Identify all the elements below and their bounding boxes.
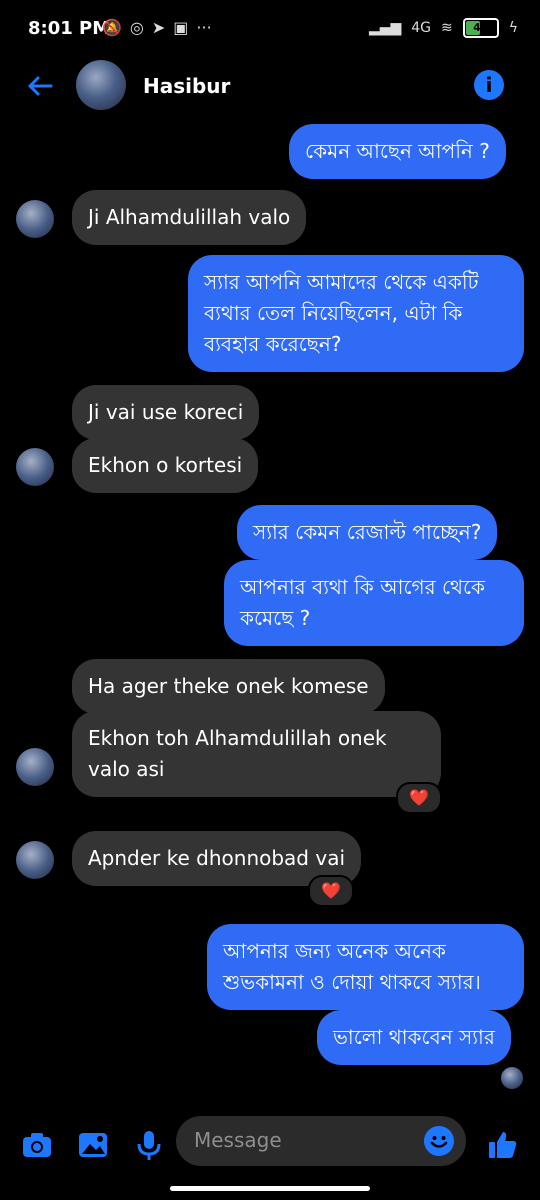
message-incoming[interactable]: Ji Alhamdulillah valo [72, 190, 307, 245]
network-type: 4G [411, 20, 432, 36]
message-outgoing[interactable]: কেমন আছেন আপনি ? [289, 124, 506, 179]
sender-avatar[interactable] [16, 448, 54, 486]
message-incoming[interactable]: Ji vai use koreci [72, 385, 260, 440]
message-composer: Message [0, 1110, 540, 1180]
back-button[interactable] [24, 70, 56, 102]
sender-avatar[interactable] [16, 841, 54, 879]
system-icons: ▂▄▆ 4G ≋ 48 ϟ [369, 18, 518, 38]
whatsapp-icon: ◎ [129, 18, 144, 37]
smiley-icon [430, 1136, 448, 1148]
signal-icon: ▂▄▆ [368, 20, 402, 36]
thumbs-up-icon [489, 1132, 517, 1158]
telegram-icon: ➤ [151, 18, 166, 37]
message-placeholder: Message [194, 1128, 282, 1152]
contact-avatar[interactable] [76, 60, 126, 110]
chat-header: Hasibur i [0, 60, 540, 114]
mute-bell-icon: 🔕 [102, 18, 122, 37]
back-arrow-icon [28, 76, 53, 96]
emoji-button[interactable] [424, 1126, 454, 1156]
sender-avatar[interactable] [16, 200, 54, 238]
message-incoming[interactable]: Ha ager theke onek komese [72, 659, 385, 714]
info-button[interactable]: i [474, 70, 504, 100]
status-bar: 8:01 PM 🔕 ◎ ➤ ▣ ··· ▂▄▆ 4G ≋ 48 ϟ [0, 0, 540, 60]
notification-icons: 🔕 ◎ ➤ ▣ ··· [102, 18, 212, 37]
more-icon: ··· [196, 18, 212, 37]
message-incoming[interactable]: Ekhon o kortesi [72, 438, 259, 493]
wifi-icon: ≋ [441, 20, 453, 36]
message-input[interactable]: Message [176, 1116, 466, 1166]
message-outgoing[interactable]: আপনার জন্য অনেক অনেক শুভকামনা ও দোয়া থা… [207, 924, 524, 1010]
voice-button[interactable] [132, 1128, 166, 1162]
status-time: 8:01 PM [28, 18, 111, 39]
info-icon: i [485, 73, 493, 97]
gallery-button[interactable] [76, 1128, 110, 1162]
contact-name[interactable]: Hasibur [143, 74, 230, 98]
message-incoming[interactable]: Ekhon toh Alhamdulillah onek valo asi [72, 711, 441, 797]
message-outgoing[interactable]: আপনার ব্যথা কি আগের থেকে কমেছে ? [224, 560, 524, 646]
seen-indicator-avatar [501, 1067, 523, 1089]
message-outgoing[interactable]: ভালো থাকবেন স্যার [317, 1010, 511, 1065]
like-button[interactable] [486, 1128, 520, 1162]
message-outgoing[interactable]: স্যার আপনি আমাদের থেকে একটি ব্যথার তেল ন… [188, 255, 524, 372]
heart-reaction[interactable]: ❤️ [308, 875, 354, 907]
message-outgoing[interactable]: স্যার কেমন রেজাল্ট পাচ্ছেন? [237, 505, 498, 560]
image-icon [79, 1133, 107, 1157]
battery-level: 48 [473, 21, 489, 34]
battery-icon: 48 [462, 18, 499, 38]
microphone-icon [137, 1131, 161, 1160]
camera-button[interactable] [20, 1128, 54, 1162]
camera-icon [23, 1133, 51, 1157]
app-icon: ▣ [173, 18, 189, 37]
home-indicator[interactable] [170, 1186, 370, 1191]
charging-icon: ϟ [508, 20, 518, 36]
heart-reaction[interactable]: ❤️ [396, 782, 442, 814]
sender-avatar[interactable] [16, 748, 54, 786]
